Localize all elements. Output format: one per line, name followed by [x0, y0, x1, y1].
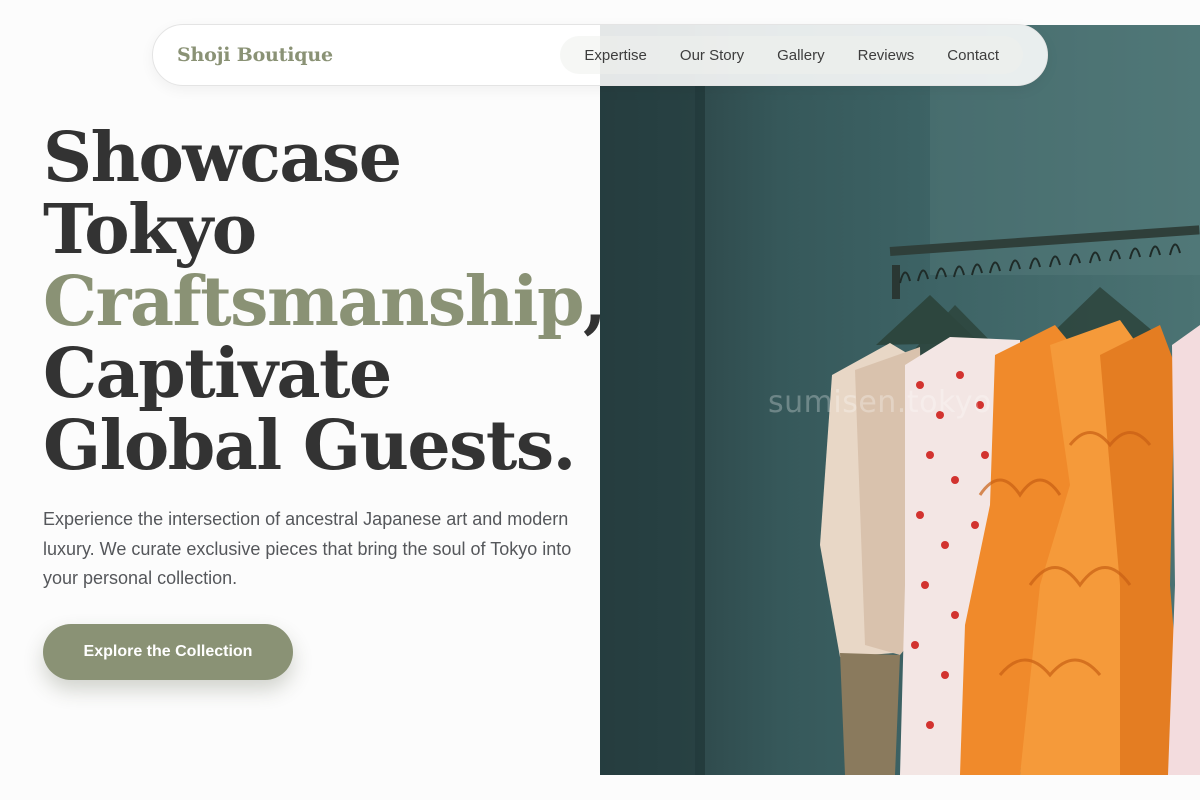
nav-link-reviews[interactable]: Reviews	[858, 47, 915, 64]
nav-link-expertise[interactable]: Expertise	[584, 47, 647, 64]
headline-accent-word: Craftsmanship	[43, 262, 585, 342]
headline-line-2: Tokyo	[43, 190, 257, 270]
nav-link-our-story[interactable]: Our Story	[680, 47, 744, 64]
image-watermark: sumisen.tokyo	[768, 385, 992, 420]
explore-collection-button[interactable]: Explore the Collection	[43, 624, 293, 680]
nav-link-contact[interactable]: Contact	[947, 47, 999, 64]
nav-links: Expertise Our Story Gallery Reviews Cont…	[560, 36, 1023, 74]
brand-logo[interactable]: Shoji Boutique	[177, 44, 333, 66]
top-navigation: Shoji Boutique Expertise Our Story Galle…	[152, 24, 1048, 86]
headline-line-3: Craftsmanship,	[43, 266, 607, 338]
hero-description: Experience the intersection of ancestral…	[43, 509, 572, 588]
hero-image: sumisen.tokyo	[600, 25, 1200, 775]
headline-line-5: Global Guests.	[43, 406, 576, 486]
nav-link-gallery[interactable]: Gallery	[777, 47, 825, 64]
headline-accent-punctuation: ,	[583, 262, 607, 342]
headline-line-4: Captivate	[43, 334, 392, 414]
hero-headline: Showcase Tokyo Craftsmanship, Captivate …	[43, 118, 607, 486]
headline-line-1: Showcase	[43, 118, 402, 198]
